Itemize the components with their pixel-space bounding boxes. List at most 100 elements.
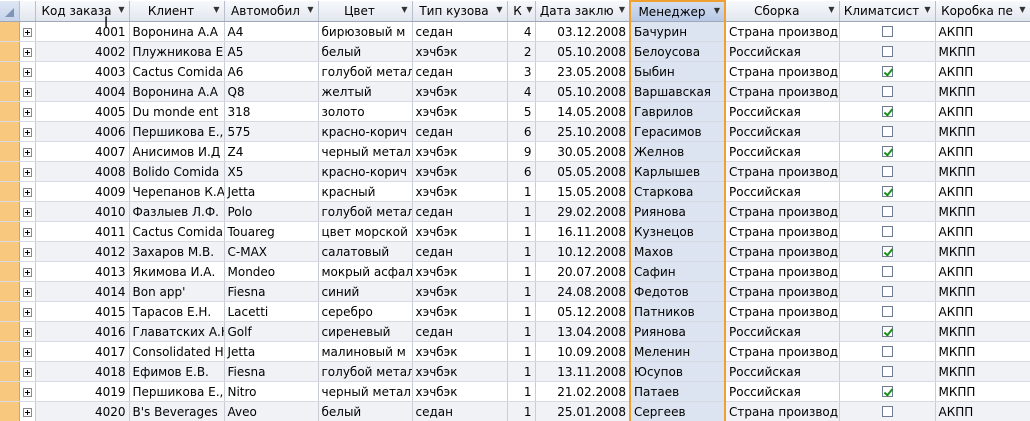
column-header-order-id[interactable]: Код заказа ▼ (35, 1, 130, 22)
cell-manager[interactable]: Сергеев (629, 401, 726, 421)
cell-color[interactable]: золото (318, 101, 413, 122)
table-row[interactable]: 4014 Bon app' Fiesna синий хэчбэк 1 24.0… (0, 281, 1030, 302)
expand-plus-icon[interactable] (22, 367, 32, 377)
expand-cell[interactable] (19, 241, 36, 262)
cell-assembly[interactable]: Страна производ (725, 81, 840, 102)
cell-assembly[interactable]: Страна производ (725, 401, 840, 421)
cell-gearbox[interactable]: МКПП (935, 81, 1030, 102)
cell-car[interactable]: Jetta (224, 181, 319, 202)
cell-gearbox[interactable]: МКПП (935, 161, 1030, 182)
expand-plus-icon[interactable] (22, 227, 32, 237)
cell-quantity[interactable]: 1 (507, 341, 536, 362)
expand-cell[interactable] (19, 401, 36, 421)
expand-plus-icon[interactable] (22, 267, 32, 277)
cell-manager[interactable]: Сафин (629, 261, 726, 282)
record-selector[interactable] (0, 201, 20, 222)
expand-plus-icon[interactable] (22, 207, 32, 217)
cell-color[interactable]: черный метал (318, 141, 413, 162)
cell-gearbox[interactable]: АКПП (935, 301, 1030, 322)
cell-gearbox[interactable]: АКПП (935, 21, 1030, 42)
cell-assembly[interactable]: Страна производ (725, 241, 840, 262)
table-row[interactable]: 4005 Du monde ent 318 золото хэчбэк 5 14… (0, 101, 1030, 122)
cell-color[interactable]: черный метал (318, 381, 413, 402)
cell-car[interactable]: Nitro (224, 381, 319, 402)
cell-quantity[interactable]: 3 (507, 61, 536, 82)
cell-assembly[interactable]: Российская (725, 121, 840, 142)
cell-quantity[interactable]: 2 (507, 41, 536, 62)
cell-gearbox[interactable]: МКПП (935, 201, 1030, 222)
cell-body-type[interactable]: седан (412, 201, 508, 222)
expand-plus-icon[interactable] (22, 287, 32, 297)
cell-car[interactable]: X5 (224, 161, 319, 182)
cell-manager[interactable]: Меленин (629, 341, 726, 362)
cell-car[interactable]: Mondeo (224, 261, 319, 282)
cell-contract-date[interactable]: 05.10.2008 (535, 81, 631, 102)
cell-quantity[interactable]: 1 (507, 321, 536, 342)
expand-plus-icon[interactable] (22, 307, 32, 317)
record-selector[interactable] (0, 61, 20, 82)
dropdown-arrow-icon[interactable]: ▼ (118, 5, 124, 14)
cell-quantity[interactable]: 1 (507, 181, 536, 202)
cell-gearbox[interactable]: АКПП (935, 221, 1030, 242)
expand-cell[interactable] (19, 81, 36, 102)
cell-contract-date[interactable]: 20.07.2008 (535, 261, 631, 282)
table-row[interactable]: 4009 Черепанов К.А Jetta красный хэчбэк … (0, 181, 1030, 202)
cell-client[interactable]: Захаров М.В. (129, 241, 225, 262)
cell-assembly[interactable]: Страна производ (725, 221, 840, 242)
record-selector[interactable] (0, 101, 20, 122)
cell-manager[interactable]: Гаврилов (629, 101, 726, 122)
cell-assembly[interactable]: Страна производ (725, 281, 840, 302)
cell-client[interactable]: Bon app' (129, 281, 225, 302)
cell-manager[interactable]: Карлышев (629, 161, 726, 182)
dropdown-arrow-icon[interactable]: ▼ (924, 5, 930, 14)
cell-car[interactable]: A6 (224, 61, 319, 82)
dropdown-arrow-icon[interactable]: ▼ (1019, 5, 1025, 14)
table-row[interactable]: 4012 Захаров М.В. C-MAX салатовый седан … (0, 241, 1030, 262)
table-row[interactable]: 4020 B's Beverages Aveo белый седан 1 25… (0, 401, 1030, 421)
cell-client[interactable]: Consolidated H (129, 341, 225, 362)
expand-plus-icon[interactable] (22, 127, 32, 137)
cell-contract-date[interactable]: 13.11.2008 (535, 361, 631, 382)
cell-body-type[interactable]: хэчбэк (412, 261, 508, 282)
table-row[interactable]: 4013 Якимова И.А. Mondeo мокрый асфал хэ… (0, 261, 1030, 282)
record-selector[interactable] (0, 41, 20, 62)
cell-order-id[interactable]: 4018 (35, 361, 130, 382)
cell-body-type[interactable]: хэчбэк (412, 221, 508, 242)
cell-contract-date[interactable]: 30.05.2008 (535, 141, 631, 162)
climate-checkbox[interactable] (881, 305, 893, 317)
dropdown-arrow-icon[interactable]: ▼ (307, 5, 313, 14)
cell-body-type[interactable]: хэчбэк (412, 181, 508, 202)
cell-color[interactable]: сиреневый (318, 321, 413, 342)
cell-quantity[interactable]: 1 (507, 301, 536, 322)
cell-contract-date[interactable]: 03.12.2008 (535, 21, 631, 42)
cell-assembly[interactable]: Страна производ (725, 341, 840, 362)
cell-order-id[interactable]: 4013 (35, 261, 130, 282)
cell-gearbox[interactable]: МКПП (935, 341, 1030, 362)
cell-contract-date[interactable]: 29.02.2008 (535, 201, 631, 222)
cell-body-type[interactable]: седан (412, 121, 508, 142)
table-row[interactable]: 4011 Cactus Comida Touareg цвет морской … (0, 221, 1030, 242)
cell-manager[interactable]: Старкова (629, 181, 726, 202)
cell-gearbox[interactable]: МКПП (935, 281, 1030, 302)
climate-checkbox[interactable] (881, 385, 893, 397)
table-row[interactable]: 4001 Воронина А.А A4 бирюзовый м седан 4… (0, 21, 1030, 42)
column-header-gearbox[interactable]: Коробка пе ▼ (935, 1, 1030, 22)
cell-order-id[interactable]: 4005 (35, 101, 130, 122)
cell-assembly[interactable]: Российская (725, 361, 840, 382)
cell-order-id[interactable]: 4009 (35, 181, 130, 202)
cell-gearbox[interactable]: АКПП (935, 181, 1030, 202)
cell-body-type[interactable]: хэчбэк (412, 101, 508, 122)
cell-gearbox[interactable]: АКПП (935, 401, 1030, 421)
cell-body-type[interactable]: седан (412, 21, 508, 42)
cell-car[interactable]: Polo (224, 201, 319, 222)
cell-contract-date[interactable]: 13.04.2008 (535, 321, 631, 342)
cell-body-type[interactable]: хэчбэк (412, 41, 508, 62)
cell-client[interactable]: Воронина А.А (129, 21, 225, 42)
cell-client[interactable]: Тарасов Е.Н. (129, 301, 225, 322)
table-row[interactable]: 4008 Bolido Comida X5 красно-корич хэчбэ… (0, 161, 1030, 182)
expand-cell[interactable] (19, 261, 36, 282)
cell-gearbox[interactable]: МКПП (935, 41, 1030, 62)
cell-order-id[interactable]: 4003 (35, 61, 130, 82)
cell-body-type[interactable]: хэчбэк (412, 81, 508, 102)
cell-client[interactable]: Bolido Comida (129, 161, 225, 182)
